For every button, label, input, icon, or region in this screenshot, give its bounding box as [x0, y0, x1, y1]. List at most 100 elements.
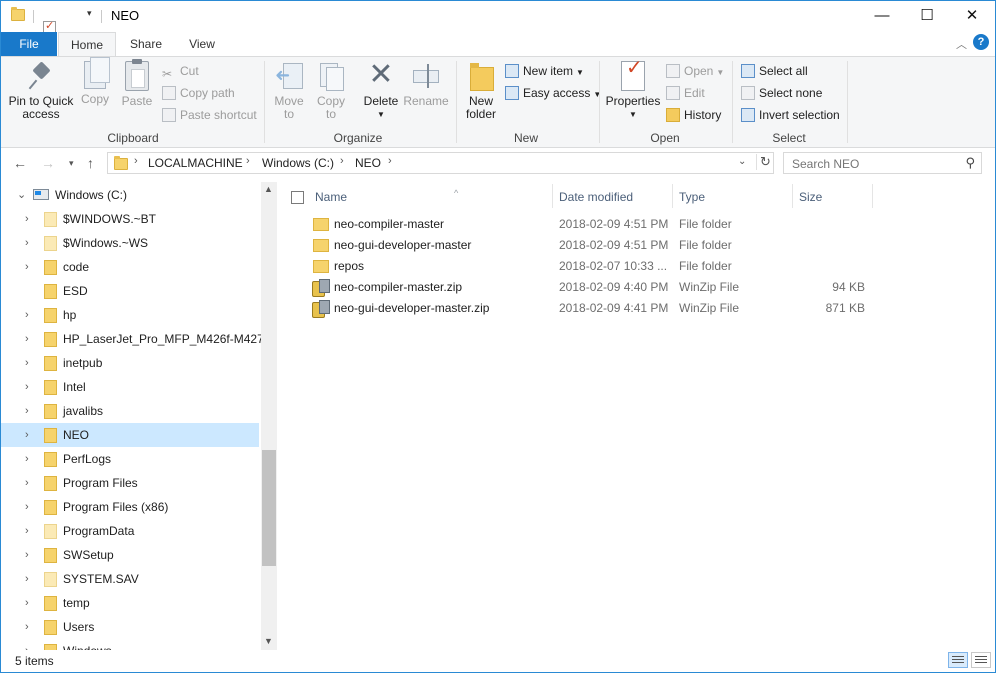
breadcrumb-windows-c[interactable]: Windows (C:) [262, 156, 334, 170]
tree-item[interactable]: › $Windows.~WS [1, 231, 259, 255]
tree-item[interactable]: › javalibs [1, 399, 259, 423]
forward-arrow-icon[interactable]: → [41, 155, 55, 171]
tree-item[interactable]: › $WINDOWS.~BT [1, 207, 259, 231]
file-row[interactable]: repos 2018-02-07 10:33 ... File folder [308, 256, 908, 277]
expand-chevron-icon[interactable]: › [25, 231, 29, 255]
column-divider[interactable] [672, 184, 673, 208]
expand-chevron-icon[interactable]: › [25, 423, 29, 447]
column-header-type[interactable]: Type [679, 185, 705, 209]
tree-item[interactable]: › inetpub [1, 351, 259, 375]
breadcrumb-chevron-icon[interactable]: › [134, 155, 138, 167]
tree-item[interactable]: › Program Files (x86) [1, 495, 259, 519]
tree-item[interactable]: › code [1, 255, 259, 279]
expand-chevron-icon[interactable]: › [25, 471, 29, 495]
file-row[interactable]: neo-gui-developer-master.zip 2018-02-09 4… [308, 298, 908, 319]
tree-item[interactable]: › Intel [1, 375, 259, 399]
select-all-checkbox[interactable] [291, 191, 304, 204]
tab-share[interactable]: Share [125, 32, 167, 56]
expand-chevron-icon[interactable]: › [25, 303, 29, 327]
new-folder-button[interactable]: New folder [462, 61, 500, 121]
tree-item[interactable]: › Program Files [1, 471, 259, 495]
tree-item[interactable]: › PerfLogs [1, 447, 259, 471]
copy-to-button[interactable]: Copy to [313, 61, 349, 121]
copy-path-button[interactable]: Copy path [162, 83, 235, 103]
delete-button[interactable]: ✕ Delete ▼ [362, 60, 400, 121]
column-header-date[interactable]: Date modified [559, 185, 633, 209]
tab-view[interactable]: View [183, 32, 221, 56]
paste-shortcut-button[interactable]: Paste shortcut [162, 105, 257, 125]
tree-item[interactable]: › SYSTEM.SAV [1, 567, 259, 591]
help-icon[interactable]: ? [973, 34, 989, 50]
close-button[interactable]: ✕ [949, 1, 995, 32]
tree-item[interactable]: ESD [1, 279, 259, 303]
tree-item[interactable]: › NEO [1, 423, 259, 447]
invert-selection-button[interactable]: Invert selection [741, 105, 840, 125]
edit-button[interactable]: Edit [666, 83, 705, 103]
search-input[interactable] [790, 156, 950, 172]
breadcrumb-localmachine[interactable]: LOCALMACHINE [148, 156, 243, 170]
tab-home[interactable]: Home [58, 32, 116, 57]
breadcrumb-chevron-icon[interactable]: › [388, 155, 392, 167]
scroll-down-icon[interactable]: ▼ [264, 636, 273, 646]
pin-to-quick-access-button[interactable]: Pin to Quick access [7, 61, 75, 121]
expand-chevron-icon[interactable]: › [25, 543, 29, 567]
tree-item[interactable]: › temp [1, 591, 259, 615]
copy-button[interactable]: Copy [78, 57, 112, 106]
tree-item[interactable]: › Users [1, 615, 259, 639]
expand-chevron-icon[interactable]: › [25, 567, 29, 591]
tab-file[interactable]: File [1, 32, 57, 56]
recent-locations-icon[interactable]: ▾ [69, 158, 74, 169]
expanded-chevron-icon[interactable]: ⌄ [17, 183, 26, 207]
properties-button[interactable]: Properties ▼ [605, 61, 661, 121]
scroll-up-icon[interactable]: ▲ [264, 184, 273, 194]
new-item-button[interactable]: New item ▼ [505, 61, 584, 81]
rename-button[interactable]: Rename [403, 61, 449, 108]
expand-chevron-icon[interactable]: › [25, 351, 29, 375]
tree-item[interactable]: › Windows [1, 639, 259, 650]
breadcrumb-chevron-icon[interactable]: › [340, 155, 344, 167]
breadcrumb-neo[interactable]: NEO [355, 156, 381, 170]
expand-chevron-icon[interactable]: › [25, 399, 29, 423]
minimize-button[interactable]: — [859, 1, 905, 32]
select-all-button[interactable]: Select all [741, 61, 808, 81]
easy-access-button[interactable]: Easy access ▼ [505, 83, 601, 103]
refresh-icon[interactable]: ↻ [756, 154, 771, 170]
file-row[interactable]: neo-compiler-master 2018-02-09 4:51 PM Fil… [308, 214, 908, 235]
expand-chevron-icon[interactable]: › [25, 375, 29, 399]
expand-chevron-icon[interactable]: › [25, 615, 29, 639]
move-to-button[interactable]: Move to [271, 61, 307, 121]
expand-chevron-icon[interactable]: › [25, 519, 29, 543]
back-arrow-icon[interactable]: ← [13, 155, 27, 171]
scrollbar-thumb[interactable] [262, 450, 276, 566]
address-bar[interactable]: › LOCALMACHINE › Windows (C:) › NEO › ⌄ … [107, 152, 774, 174]
column-header-name[interactable]: ^ Name [315, 185, 458, 209]
expand-chevron-icon[interactable]: › [25, 591, 29, 615]
paste-button[interactable]: Paste [119, 59, 155, 108]
expand-chevron-icon[interactable]: › [25, 207, 29, 231]
tree-item[interactable]: › SWSetup [1, 543, 259, 567]
details-view-icon[interactable] [948, 652, 968, 668]
history-button[interactable]: History [666, 105, 721, 125]
column-divider[interactable] [792, 184, 793, 208]
open-button[interactable]: Open ▼ [666, 61, 724, 81]
column-header-size[interactable]: Size [799, 185, 822, 209]
address-dropdown-icon[interactable]: ⌄ [738, 156, 746, 167]
expand-chevron-icon[interactable]: › [25, 495, 29, 519]
file-row[interactable]: neo-compiler-master.zip 2018-02-09 4:40 P… [308, 277, 908, 298]
cut-button[interactable]: ✂ Cut [162, 61, 199, 81]
large-icons-view-icon[interactable] [971, 652, 991, 668]
select-none-button[interactable]: Select none [741, 83, 822, 103]
expand-chevron-icon[interactable]: › [25, 639, 29, 650]
expand-chevron-icon[interactable]: › [25, 327, 29, 351]
navigation-pane-scrollbar[interactable]: ▲ ▼ [261, 182, 277, 650]
expand-chevron-icon[interactable]: › [25, 447, 29, 471]
tree-item[interactable]: › HP_LaserJet_Pro_MFP_M426f-M427f [1, 327, 261, 351]
column-divider[interactable] [872, 184, 873, 208]
search-icon[interactable]: ⚲ [965, 155, 975, 171]
expand-chevron-icon[interactable]: › [25, 255, 29, 279]
delete-dropdown-icon[interactable]: ▼ [362, 108, 400, 121]
tree-item[interactable]: › hp [1, 303, 259, 327]
properties-dropdown-icon[interactable]: ▼ [605, 108, 661, 121]
breadcrumb-chevron-icon[interactable]: › [246, 155, 250, 167]
up-arrow-icon[interactable]: ↑ [87, 155, 94, 171]
